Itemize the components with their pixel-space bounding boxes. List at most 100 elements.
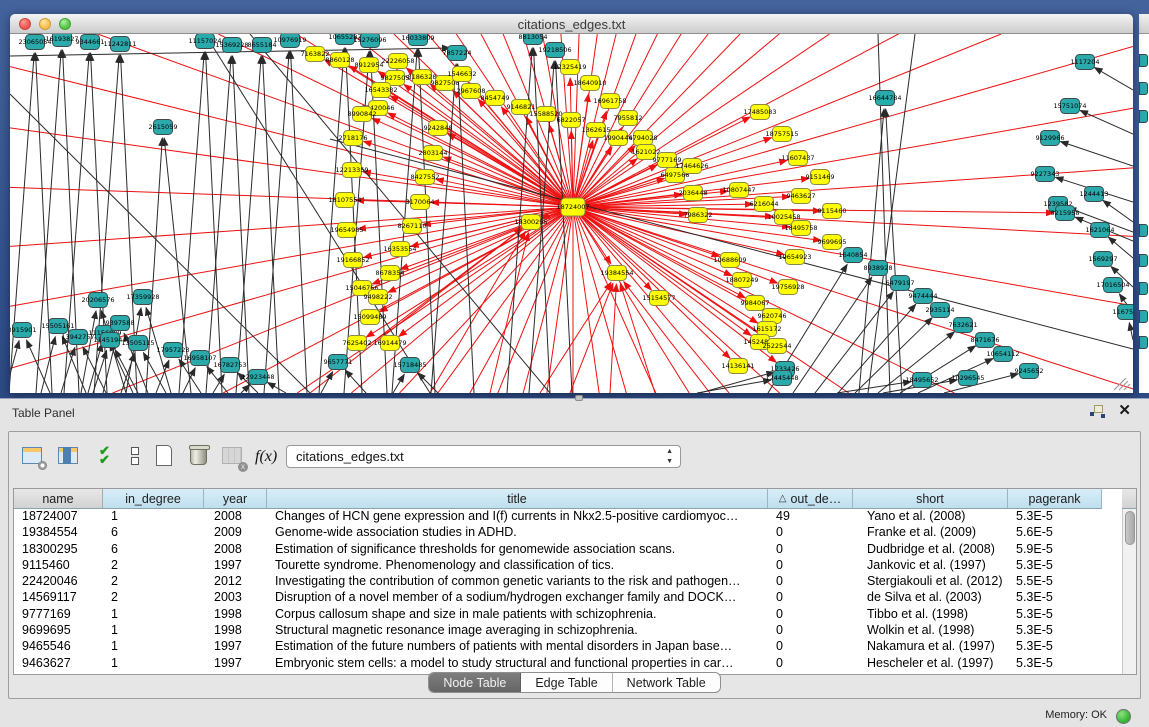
table-row[interactable]: 1456911722003Disruption of a novel membe… bbox=[14, 590, 1122, 606]
column-header-title[interactable]: title bbox=[267, 489, 768, 509]
teal-node[interactable]: 11242811 bbox=[103, 37, 136, 52]
yellow-node[interactable]: 12213359 bbox=[335, 163, 368, 178]
yellow-node[interactable]: 8912954 bbox=[355, 58, 384, 73]
yellow-node[interactable]: 22226058 bbox=[381, 54, 414, 69]
teal-node[interactable]: 16782753 bbox=[213, 358, 246, 373]
network-canvas[interactable]: 1872400771638228860128891295422226058982… bbox=[10, 34, 1133, 393]
float-panel-icon[interactable] bbox=[1090, 405, 1105, 419]
network-select[interactable]: citations_edges.txt ▲▼ bbox=[286, 445, 681, 468]
table-options-icon[interactable] bbox=[21, 444, 47, 470]
teal-node[interactable]: 1244413 bbox=[1080, 187, 1109, 202]
teal-node[interactable]: 15718485 bbox=[393, 358, 426, 373]
teal-node[interactable]: 9657771 bbox=[324, 355, 353, 370]
teal-node[interactable]: 10976919 bbox=[273, 34, 306, 48]
black-edge bbox=[41, 337, 55, 393]
delete-table-icon[interactable] bbox=[187, 444, 213, 470]
teal-node[interactable]: 16033809 bbox=[401, 34, 434, 46]
teal-node[interactable]: 3915901 bbox=[10, 323, 36, 338]
teal-node[interactable]: 12923448 bbox=[241, 370, 274, 385]
teal-node[interactable]: 10296545 bbox=[951, 371, 984, 386]
teal-node[interactable]: 8471676 bbox=[971, 333, 1000, 348]
node-label: 9984067 bbox=[741, 299, 770, 307]
yellow-node[interactable]: 18757515 bbox=[765, 127, 798, 142]
teal-node[interactable]: 16644784 bbox=[868, 91, 901, 106]
teal-node[interactable]: 2935114 bbox=[926, 303, 955, 318]
column-header-pagerank[interactable]: pagerank bbox=[1008, 489, 1102, 509]
yellow-node[interactable]: 18724007 bbox=[556, 198, 589, 216]
table-row[interactable]: 2242004622012Investigating the contribut… bbox=[14, 574, 1122, 590]
teal-node[interactable]: 8813054 bbox=[519, 34, 548, 45]
table-row[interactable]: 969969511998Structural magnetic resonanc… bbox=[14, 623, 1122, 639]
teal-node[interactable]: 2615059 bbox=[149, 120, 178, 135]
yellow-node[interactable]: 9151469 bbox=[806, 170, 835, 185]
teal-node[interactable]: 9474444 bbox=[909, 289, 938, 304]
yellow-node[interactable]: 14136141 bbox=[721, 359, 754, 374]
yellow-node[interactable]: 11607437 bbox=[781, 151, 814, 166]
yellow-node[interactable]: 19166852 bbox=[336, 253, 369, 268]
memory-label[interactable]: Memory: OK bbox=[1045, 709, 1107, 721]
teal-node[interactable]: 9227343 bbox=[1031, 167, 1060, 182]
table-row[interactable]: 1830029562008Estimation of significance … bbox=[14, 542, 1122, 558]
row-select-icon[interactable]: ✔✔ bbox=[93, 444, 119, 470]
teal-node[interactable]: 17359928 bbox=[126, 290, 159, 305]
column-header-outde[interactable]: △out_de… bbox=[768, 489, 853, 509]
table-row[interactable]: 946362711997Embryonic stem cells: a mode… bbox=[14, 656, 1122, 672]
teal-node[interactable]: 1640854 bbox=[839, 248, 868, 263]
vertical-scrollbar[interactable] bbox=[1122, 509, 1137, 674]
yellow-node[interactable]: 19384554 bbox=[600, 266, 633, 281]
window-titlebar[interactable]: citations_edges.txt bbox=[10, 14, 1133, 34]
yellow-node[interactable]: 7986322 bbox=[684, 208, 713, 223]
tab-edge-table[interactable]: Edge Table bbox=[521, 673, 612, 692]
new-table-icon[interactable] bbox=[153, 444, 179, 470]
yellow-node[interactable]: 19654923 bbox=[778, 250, 811, 265]
yellow-node[interactable]: 8267110 bbox=[398, 219, 427, 234]
tab-node-table[interactable]: Node Table bbox=[429, 673, 521, 692]
teal-node[interactable]: 1569297 bbox=[1089, 252, 1118, 267]
yellow-node[interactable]: 6794028 bbox=[629, 131, 658, 146]
table-row[interactable]: 946554611997Estimation of the future num… bbox=[14, 639, 1122, 655]
yellow-node[interactable]: 9699695 bbox=[818, 235, 847, 250]
column-header-indegree[interactable]: in_degree bbox=[103, 489, 204, 509]
tab-network-table[interactable]: Network Table bbox=[613, 673, 720, 692]
table-row[interactable]: 1872400712008Changes of HCN gene express… bbox=[14, 509, 1122, 525]
red-edge bbox=[10, 207, 573, 246]
function-icon[interactable]: f(x) bbox=[255, 444, 285, 470]
scrollbar-thumb[interactable] bbox=[1125, 511, 1135, 545]
close-panel-icon[interactable]: ✕ bbox=[1118, 403, 1131, 419]
yellow-node[interactable]: 15154577 bbox=[642, 291, 675, 306]
teal-node[interactable]: 1117204 bbox=[1071, 55, 1100, 70]
yellow-node[interactable]: 16353554 bbox=[383, 242, 416, 257]
red-edge bbox=[573, 207, 730, 358]
teal-node[interactable]: 19218506 bbox=[538, 43, 571, 58]
column-header-short[interactable]: short bbox=[853, 489, 1008, 509]
teal-node[interactable]: 6479197 bbox=[886, 276, 915, 291]
rows-icon[interactable] bbox=[123, 444, 149, 470]
table-cell: Nakamura et al. (1997) bbox=[853, 639, 1008, 655]
yellow-node[interactable]: 9115460 bbox=[818, 204, 847, 219]
table-row[interactable]: 1938455462009Genome-wide association stu… bbox=[14, 525, 1122, 541]
teal-node[interactable]: 1167533 bbox=[1113, 305, 1133, 320]
yellow-node[interactable]: 8427552 bbox=[411, 170, 440, 185]
column-select-icon[interactable] bbox=[57, 444, 83, 470]
table-row[interactable]: 977716911998Corpus callosum shape and si… bbox=[14, 607, 1122, 623]
table-row[interactable]: 911546021997Tourette syndrome. Phenomeno… bbox=[14, 558, 1122, 574]
column-header-name[interactable]: name bbox=[14, 489, 103, 509]
yellow-node[interactable]: 18640910 bbox=[573, 76, 606, 91]
yellow-node[interactable]: 17485083 bbox=[743, 105, 776, 120]
teal-node[interactable]: 9129966 bbox=[1036, 131, 1065, 146]
network-window[interactable]: citations_edges.txt 18724007716382288601… bbox=[10, 14, 1133, 393]
yellow-node[interactable]: 3170064 bbox=[406, 195, 435, 210]
column-header-year[interactable]: year bbox=[204, 489, 267, 509]
teal-node[interactable]: 9344661 bbox=[76, 35, 105, 50]
yellow-node[interactable]: 10807447 bbox=[722, 183, 755, 198]
disabled-table-icon[interactable]: x bbox=[221, 444, 247, 470]
yellow-node[interactable]: 12325419 bbox=[553, 60, 586, 75]
yellow-node[interactable]: 19756928 bbox=[771, 280, 804, 295]
teal-node[interactable]: 20206576 bbox=[81, 293, 114, 308]
teal-node[interactable]: 9245652 bbox=[1015, 364, 1044, 379]
teal-node[interactable]: 18495652 bbox=[905, 373, 938, 388]
yellow-node[interactable]: 19654985 bbox=[330, 223, 363, 238]
memory-status-icon[interactable] bbox=[1116, 709, 1131, 724]
node-label: 11607437 bbox=[781, 154, 814, 162]
teal-node[interactable]: 15276096 bbox=[353, 34, 386, 48]
